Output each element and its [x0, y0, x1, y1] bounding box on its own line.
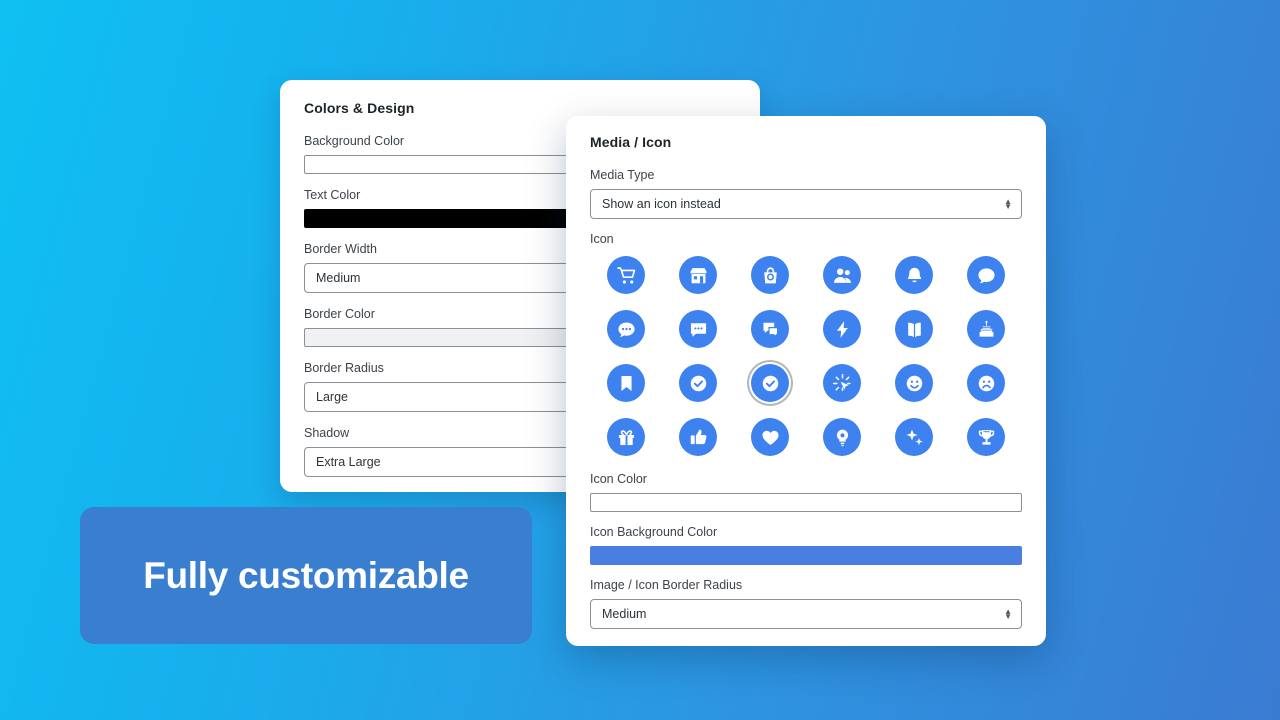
select-value: Medium — [602, 607, 647, 621]
icon-option-chat-dots[interactable] — [590, 307, 662, 351]
field-label: Image / Icon Border Radius — [590, 578, 743, 592]
icon-option-lightbulb[interactable] — [806, 415, 878, 459]
field-label: Media Type — [590, 168, 655, 182]
smiley-sad-icon — [967, 364, 1005, 402]
open-book-icon — [895, 310, 933, 348]
trophy-icon — [967, 418, 1005, 456]
icon-option-comment-box[interactable] — [662, 307, 734, 351]
chat-dots-icon — [607, 310, 645, 348]
field-icon-background-color: Icon Background Color — [590, 525, 1022, 565]
shopping-cart-icon — [607, 256, 645, 294]
chevron-updown-icon: ▲ ▼ — [1004, 607, 1012, 621]
icon-option-users[interactable] — [806, 253, 878, 297]
chat-bubble-icon — [967, 256, 1005, 294]
cursor-click-icon — [823, 364, 861, 402]
icon-option-smiley-sad[interactable] — [950, 361, 1022, 405]
icon-option-gift[interactable] — [590, 415, 662, 459]
field-image-icon-border-radius: Image / Icon Border Radius Medium ▲ ▼ — [590, 578, 1022, 629]
shopping-bag-icon — [751, 256, 789, 294]
icon-option-store[interactable] — [662, 253, 734, 297]
icon-option-chats[interactable] — [734, 307, 806, 351]
icon-option-heart[interactable] — [734, 415, 806, 459]
chevron-updown-icon: ▲ ▼ — [1004, 197, 1012, 211]
icon-background-color-swatch[interactable] — [590, 546, 1022, 565]
fully-customizable-badge: Fully customizable — [80, 507, 532, 644]
icon-option-trophy[interactable] — [950, 415, 1022, 459]
icon-color-swatch[interactable] — [590, 493, 1022, 512]
icon-option-sparkles[interactable] — [878, 415, 950, 459]
icon-option-cursor-click[interactable] — [806, 361, 878, 405]
sparkles-icon — [895, 418, 933, 456]
icon-option-bookmark[interactable] — [590, 361, 662, 405]
cake-icon — [967, 310, 1005, 348]
field-icon-picker: Icon — [590, 232, 1022, 459]
smiley-happy-icon — [895, 364, 933, 402]
field-media-type: Media Type Show an icon instead ▲ ▼ — [590, 168, 1022, 219]
icon-option-bell[interactable] — [878, 253, 950, 297]
select-value: Large — [316, 390, 348, 404]
icon-option-check-circle[interactable] — [734, 361, 806, 405]
icon-option-cake[interactable] — [950, 307, 1022, 351]
field-label: Icon Color — [590, 472, 647, 486]
media-icon-panel: Media / Icon Media Type Show an icon ins… — [566, 116, 1046, 646]
media-type-select[interactable]: Show an icon instead ▲ ▼ — [590, 189, 1022, 219]
chats-icon — [751, 310, 789, 348]
select-value: Show an icon instead — [602, 197, 721, 211]
icon-option-smiley-happy[interactable] — [878, 361, 950, 405]
badge-label: Fully customizable — [143, 554, 469, 596]
lightning-bolt-icon — [823, 310, 861, 348]
gift-icon — [607, 418, 645, 456]
users-icon — [823, 256, 861, 294]
thumbs-up-icon — [679, 418, 717, 456]
field-icon-color: Icon Color — [590, 472, 1022, 512]
bell-icon — [895, 256, 933, 294]
check-badge-icon — [679, 364, 717, 402]
panel-title: Media / Icon — [590, 134, 672, 150]
check-circle-icon — [751, 364, 789, 402]
lightbulb-icon — [823, 418, 861, 456]
icon-option-open-book[interactable] — [878, 307, 950, 351]
store-icon — [679, 256, 717, 294]
icon-grid — [590, 253, 1022, 459]
comment-box-icon — [679, 310, 717, 348]
icon-option-shopping-cart[interactable] — [590, 253, 662, 297]
heart-icon — [751, 418, 789, 456]
icon-option-thumbs-up[interactable] — [662, 415, 734, 459]
field-label: Icon Background Color — [590, 525, 718, 539]
select-value: Medium — [316, 271, 361, 285]
image-icon-border-radius-select[interactable]: Medium ▲ ▼ — [590, 599, 1022, 629]
select-value: Extra Large — [316, 455, 381, 469]
icon-option-lightning-bolt[interactable] — [806, 307, 878, 351]
icon-option-shopping-bag[interactable] — [734, 253, 806, 297]
icon-option-check-badge[interactable] — [662, 361, 734, 405]
bookmark-icon — [607, 364, 645, 402]
icon-option-chat-bubble[interactable] — [950, 253, 1022, 297]
field-label: Icon — [590, 232, 614, 246]
panel-title: Colors & Design — [304, 100, 415, 116]
